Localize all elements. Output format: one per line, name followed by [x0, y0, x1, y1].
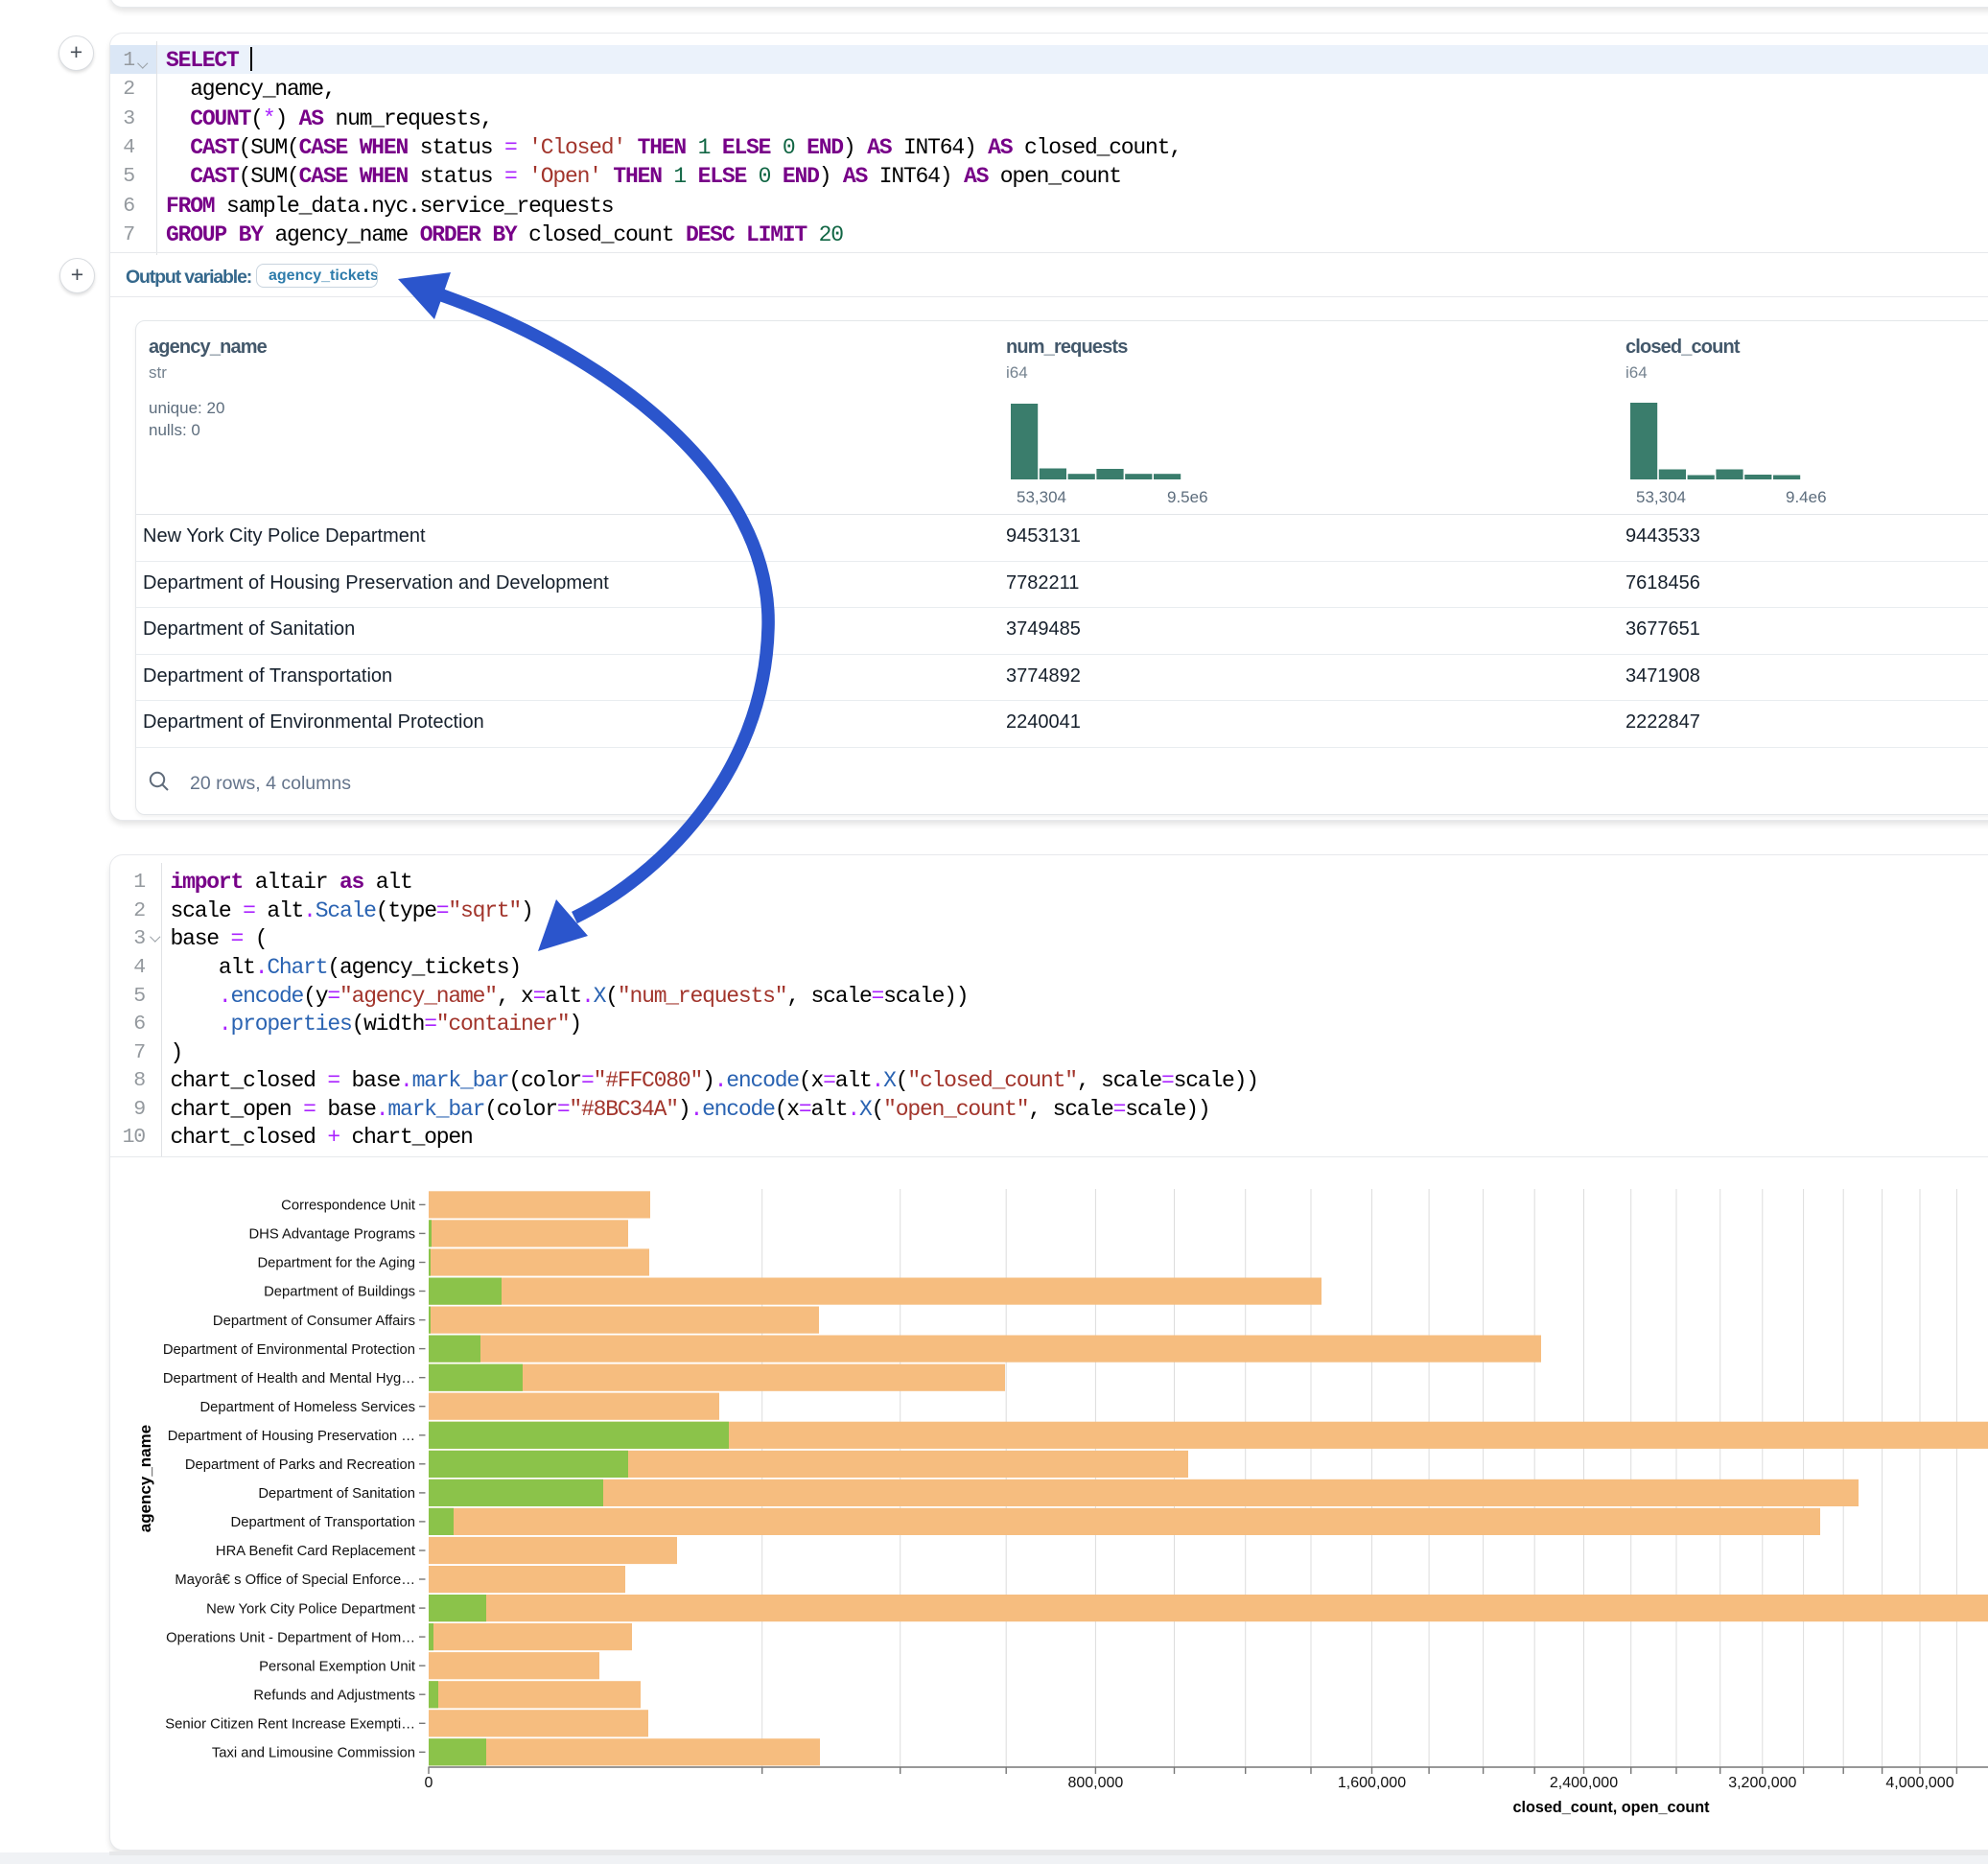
svg-text:Operations Unit - Department o: Operations Unit - Department of Hom…: [166, 1630, 415, 1645]
svg-text:3,200,000: 3,200,000: [1728, 1775, 1796, 1791]
svg-text:Department of Sanitation: Department of Sanitation: [258, 1486, 415, 1502]
svg-text:0: 0: [425, 1775, 433, 1791]
svg-text:2,400,000: 2,400,000: [1550, 1775, 1618, 1791]
svg-text:1,600,000: 1,600,000: [1338, 1775, 1406, 1791]
svg-text:Personal Exemption Unit: Personal Exemption Unit: [259, 1659, 415, 1674]
svg-text:agency_name: agency_name: [136, 1425, 154, 1532]
svg-text:Department of Environmental Pr: Department of Environmental Protection: [163, 1342, 415, 1358]
svg-text:Department of Transportation: Department of Transportation: [231, 1515, 415, 1530]
svg-text:Taxi and Limousine Commission: Taxi and Limousine Commission: [212, 1746, 415, 1761]
svg-text:4,000,000: 4,000,000: [1885, 1775, 1953, 1791]
svg-text:Mayorâ€ s Office of Special En: Mayorâ€ s Office of Special Enforce…: [175, 1573, 415, 1588]
svg-text:Department of Homeless Service: Department of Homeless Services: [199, 1400, 415, 1415]
svg-text:Department of Buildings: Department of Buildings: [264, 1285, 415, 1300]
svg-text:HRA Benefit Card Replacement: HRA Benefit Card Replacement: [216, 1544, 415, 1559]
svg-text:Department of Housing Preserva: Department of Housing Preservation …: [168, 1429, 415, 1444]
svg-text:Senior Citizen Rent Increase E: Senior Citizen Rent Increase Exempti…: [165, 1717, 415, 1733]
svg-text:closed_count, open_count: closed_count, open_count: [1512, 1799, 1710, 1816]
svg-text:Department of Consumer Affairs: Department of Consumer Affairs: [213, 1314, 415, 1329]
svg-text:Refunds and Adjustments: Refunds and Adjustments: [253, 1689, 415, 1704]
svg-text:800,000: 800,000: [1067, 1775, 1123, 1791]
svg-text:Department of Health and Menta: Department of Health and Mental Hyg…: [163, 1371, 415, 1386]
svg-text:DHS Advantage Programs: DHS Advantage Programs: [248, 1227, 415, 1243]
svg-text:Department for the Aging: Department for the Aging: [257, 1256, 415, 1271]
svg-text:New York City Police Departmen: New York City Police Department: [206, 1601, 415, 1617]
svg-text:Department of Parks and Recrea: Department of Parks and Recreation: [185, 1457, 415, 1473]
svg-text:Correspondence Unit: Correspondence Unit: [281, 1199, 415, 1214]
